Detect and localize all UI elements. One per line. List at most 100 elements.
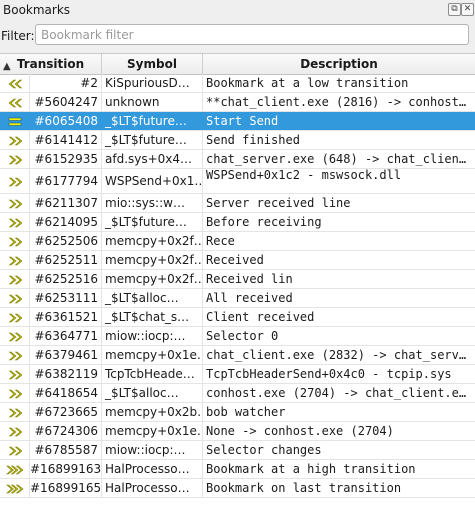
description-cell: Client received	[206, 310, 315, 324]
column-header-transition[interactable]: ▲ Transition	[0, 54, 102, 74]
description-cell: All received	[206, 291, 293, 305]
description-cell: bob watcher	[206, 405, 286, 419]
table-row[interactable]: #6152935 afd.sys+0x4… chat_server.exe (648…	[0, 150, 475, 169]
transition-cell: #6785587	[30, 441, 102, 459]
next-double-icon	[0, 403, 30, 421]
table-row[interactable]: #6177794 WSPSend+0x1… WSPSend+0x1c2 - msws…	[0, 169, 475, 194]
symbol-cell: _$LT$future…	[102, 112, 203, 130]
table-row[interactable]: #6723665 memcpy+0x2b… bob watcher	[0, 403, 475, 422]
table-row[interactable]: #6364771 miow::iocp:… Selector 0	[0, 327, 475, 346]
description-cell: Bookmark at a low transition	[206, 76, 409, 90]
table-row[interactable]: #16899165 HalProcesso… Bookmark on last tr…	[0, 479, 475, 498]
symbol-cell: WSPSend+0x1…	[102, 169, 203, 194]
symbol-cell: HalProcesso…	[102, 460, 203, 478]
symbol-cell: _$LT$future…	[102, 213, 203, 231]
description-cell: conhost.exe (2704) -> chat_client.e…	[206, 386, 467, 400]
column-header-description[interactable]: Description	[203, 54, 475, 74]
table-row[interactable]: #2 KiSpuriousD… Bookmark at a low transiti…	[0, 74, 475, 93]
symbol-cell: _$LT$alloc…	[102, 289, 203, 307]
transition-cell: #6141412	[30, 131, 102, 149]
transition-cell: #6152935	[30, 150, 102, 168]
description-cell: Send finished	[206, 133, 300, 147]
next-double-icon	[0, 365, 30, 383]
table-row[interactable]: #6724306 memcpy+0x1e… None -> conhost.exe …	[0, 422, 475, 441]
next-triple-icon	[0, 460, 30, 478]
table-row[interactable]: #6361521 _$LT$chat_s… Client received	[0, 308, 475, 327]
table-row[interactable]: #6252506 memcpy+0x2f… Rece	[0, 232, 475, 251]
table-row[interactable]: #6065408 _$LT$future… Start Send	[0, 112, 475, 131]
symbol-cell: _$LT$alloc…	[102, 384, 203, 402]
panel-title: Bookmarks	[3, 3, 71, 17]
symbol-cell: miow::iocp:…	[102, 441, 203, 459]
description-cell: Selector changes	[206, 443, 322, 457]
next-double-icon	[0, 346, 30, 364]
description-cell: Bookmark on last transition	[206, 481, 402, 495]
table-row[interactable]: #6214095 _$LT$future… Before receiving	[0, 213, 475, 232]
description-cell: chat_server.exe (648) -> chat_clien…	[206, 152, 467, 166]
transition-cell: #6211307	[30, 194, 102, 212]
description-cell: Before receiving	[206, 215, 322, 229]
filter-label: Filter:	[1, 29, 35, 43]
table-row[interactable]: #6418654 _$LT$alloc… conhost.exe (2704) ->…	[0, 384, 475, 403]
symbol-cell: afd.sys+0x4…	[102, 150, 203, 168]
transition-cell: #6252511	[30, 251, 102, 269]
symbol-cell: HalProcesso…	[102, 479, 203, 497]
transition-cell: #16899163	[30, 460, 102, 478]
symbol-cell: mio::sys::w…	[102, 194, 203, 212]
next-double-icon	[0, 308, 30, 326]
table-row[interactable]: #16899163 HalProcesso… Bookmark at a high …	[0, 460, 475, 479]
transition-cell: #6724306	[30, 422, 102, 440]
table-row[interactable]: #6785587 miow::iocp:… Selector changes	[0, 441, 475, 460]
transition-cell: #6252506	[30, 232, 102, 250]
next-double-icon	[0, 422, 30, 440]
table-header: ▲ Transition Symbol Description	[0, 54, 475, 75]
bookmark-filter-input[interactable]	[35, 24, 469, 45]
next-double-icon	[0, 270, 30, 288]
float-panel-button[interactable]: ⧉	[448, 3, 461, 16]
symbol-cell: memcpy+0x2f…	[102, 232, 203, 250]
next-double-icon	[0, 289, 30, 307]
table-row[interactable]: #6379461 memcpy+0x1e… chat_client.exe (283…	[0, 346, 475, 365]
description-cell: Received lin	[206, 272, 293, 286]
transition-cell: #6361521	[30, 308, 102, 326]
table-row[interactable]: #5604247 unknown **chat_client.exe (2816) …	[0, 93, 475, 112]
transition-cell: #6723665	[30, 403, 102, 421]
description-cell: Start Send	[206, 114, 279, 128]
description-cell: TcpTcbHeaderSend+0x4c0 - tcpip.sys	[206, 367, 452, 381]
transition-cell: #6379461	[30, 346, 102, 364]
symbol-cell: miow::iocp:…	[102, 327, 203, 345]
table-row[interactable]: #6141412 _$LT$future… Send finished	[0, 131, 475, 150]
table-row[interactable]: #6252516 memcpy+0x2f… Received lin	[0, 270, 475, 289]
symbol-cell: memcpy+0x2f…	[102, 251, 203, 269]
next-double-icon	[0, 213, 30, 231]
transition-cell: #6418654	[30, 384, 102, 402]
symbol-cell: _$LT$chat_s…	[102, 308, 203, 326]
table-row[interactable]: #6382119 TcpTcbHeade… TcpTcbHeaderSend+0x4…	[0, 365, 475, 384]
close-panel-button[interactable]: ✕	[461, 3, 474, 16]
description-cell: chat_client.exe (2832) -> chat_serv…	[206, 348, 467, 362]
symbol-cell: memcpy+0x1e…	[102, 346, 203, 364]
table-row[interactable]: #6252511 memcpy+0x2f… Received	[0, 251, 475, 270]
transition-cell: #5604247	[30, 93, 102, 111]
prev-double-icon	[0, 93, 30, 111]
symbol-cell: unknown	[102, 93, 203, 111]
next-double-icon	[0, 131, 30, 149]
table-row[interactable]: #6253111 _$LT$alloc… All received	[0, 289, 475, 308]
description-cell: **chat_client.exe (2816) -> conhost…	[206, 95, 467, 109]
transition-cell: #6214095	[30, 213, 102, 231]
equals-icon	[0, 112, 30, 130]
next-double-icon	[0, 169, 30, 194]
transition-cell: #6364771	[30, 327, 102, 345]
table-row[interactable]: #6211307 mio::sys::w… Server received line	[0, 194, 475, 213]
bookmarks-table: ▲ Transition Symbol Description #2 KiSpur…	[0, 53, 475, 507]
transition-cell: #6065408	[30, 112, 102, 130]
description-cell: Server received line	[206, 196, 351, 210]
symbol-cell: TcpTcbHeade…	[102, 365, 203, 383]
transition-cell: #6177794	[30, 169, 102, 194]
transition-cell: #6252516	[30, 270, 102, 288]
next-double-icon	[0, 251, 30, 269]
symbol-cell: KiSpuriousD…	[102, 74, 203, 92]
symbol-cell: memcpy+0x1e…	[102, 422, 203, 440]
column-header-symbol[interactable]: Symbol	[102, 54, 203, 74]
prev-double-icon	[0, 74, 30, 92]
